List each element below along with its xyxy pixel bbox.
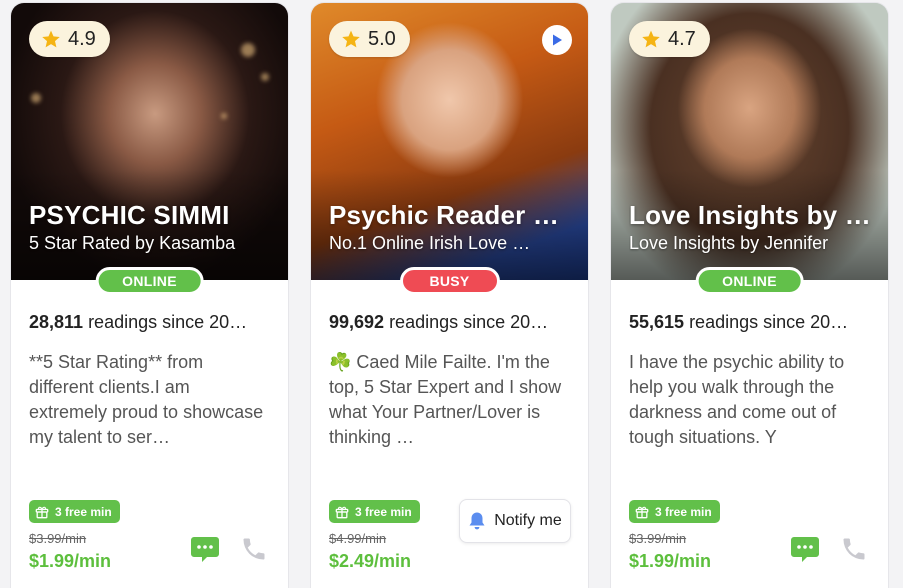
gift-icon: [335, 506, 349, 518]
bell-icon: [469, 512, 485, 530]
readings-text: readings since 20…: [83, 312, 248, 332]
rating-badge: 4.7: [629, 21, 710, 57]
original-price: $3.99/min: [629, 531, 687, 546]
readings-count: 99,692 readings since 20…: [329, 312, 570, 333]
rating-value: 4.9: [68, 27, 96, 50]
current-price: $2.49/min: [329, 551, 412, 571]
current-price: $1.99/min: [29, 551, 112, 571]
readings-count: 28,811 readings since 20…: [29, 312, 270, 333]
rating-value: 4.7: [668, 27, 696, 50]
phone-icon[interactable]: [240, 535, 268, 563]
readings-text: readings since 20…: [384, 312, 549, 332]
advisor-description: **5 Star Rating** from different clients…: [29, 352, 264, 447]
advisor-card[interactable]: 4.7 Love Insights by … Love Insights by …: [610, 2, 889, 588]
phone-icon[interactable]: [840, 535, 868, 563]
readings-count: 55,615 readings since 20…: [629, 312, 870, 333]
advisor-grid: 4.9 PSYCHIC SIMMI 5 Star Rated by Kasamb…: [0, 0, 903, 588]
rating-badge: 4.9: [29, 21, 110, 57]
status-badge: ONLINE: [695, 267, 804, 295]
chat-icon[interactable]: [790, 534, 820, 564]
original-price: $3.99/min: [29, 531, 87, 546]
play-icon: [553, 34, 562, 46]
star-icon: [42, 30, 60, 48]
play-video-button[interactable]: [542, 25, 572, 55]
rating-badge: 5.0: [329, 21, 410, 57]
advisor-name[interactable]: PSYCHIC SIMMI: [29, 200, 278, 231]
chat-icon[interactable]: [190, 534, 220, 564]
original-price: $4.99/min: [329, 531, 387, 546]
notify-me-button[interactable]: Notify me: [459, 499, 571, 543]
star-icon: [642, 30, 660, 48]
status-badge: ONLINE: [95, 267, 204, 295]
advisor-subtitle: 5 Star Rated by Kasamba: [29, 233, 236, 253]
advisor-photo[interactable]: 4.7 Love Insights by … Love Insights by …: [611, 3, 888, 280]
free-minutes-badge: 3 free min: [629, 500, 720, 523]
readings-number: 99,692: [329, 312, 385, 332]
free-minutes-label: 3 free min: [655, 504, 712, 519]
free-minutes-badge: 3 free min: [329, 500, 420, 523]
readings-number: 28,811: [29, 312, 84, 332]
advisor-photo[interactable]: 5.0 Psychic Reader … No.1 Online Irish L…: [311, 3, 588, 280]
advisor-photo[interactable]: 4.9 PSYCHIC SIMMI 5 Star Rated by Kasamb…: [11, 3, 288, 280]
advisor-card[interactable]: 4.9 PSYCHIC SIMMI 5 Star Rated by Kasamb…: [10, 2, 289, 588]
advisor-subtitle: Love Insights by Jennifer: [629, 233, 829, 253]
notify-me-label: Notify me: [494, 512, 562, 529]
advisor-description: I have the psychic ability to help you w…: [629, 352, 845, 447]
advisor-name[interactable]: Psychic Reader …: [329, 200, 578, 231]
status-badge: BUSY: [399, 267, 500, 295]
advisor-name[interactable]: Love Insights by …: [629, 200, 878, 231]
current-price: $1.99/min: [629, 551, 712, 571]
rating-value: 5.0: [368, 27, 396, 50]
free-minutes-label: 3 free min: [55, 504, 112, 519]
gift-icon: [635, 506, 649, 518]
readings-text: readings since 20…: [684, 312, 849, 332]
free-minutes-badge: 3 free min: [29, 500, 120, 523]
readings-number: 55,615: [629, 312, 685, 332]
advisor-card[interactable]: 5.0 Psychic Reader … No.1 Online Irish L…: [310, 2, 589, 588]
advisor-subtitle: No.1 Online Irish Love …: [329, 233, 531, 253]
free-minutes-label: 3 free min: [355, 504, 412, 519]
star-icon: [342, 30, 360, 48]
gift-icon: [35, 506, 49, 518]
advisor-description: ☘️ Caed Mile Failte. I'm the top, 5 Star…: [329, 352, 562, 447]
